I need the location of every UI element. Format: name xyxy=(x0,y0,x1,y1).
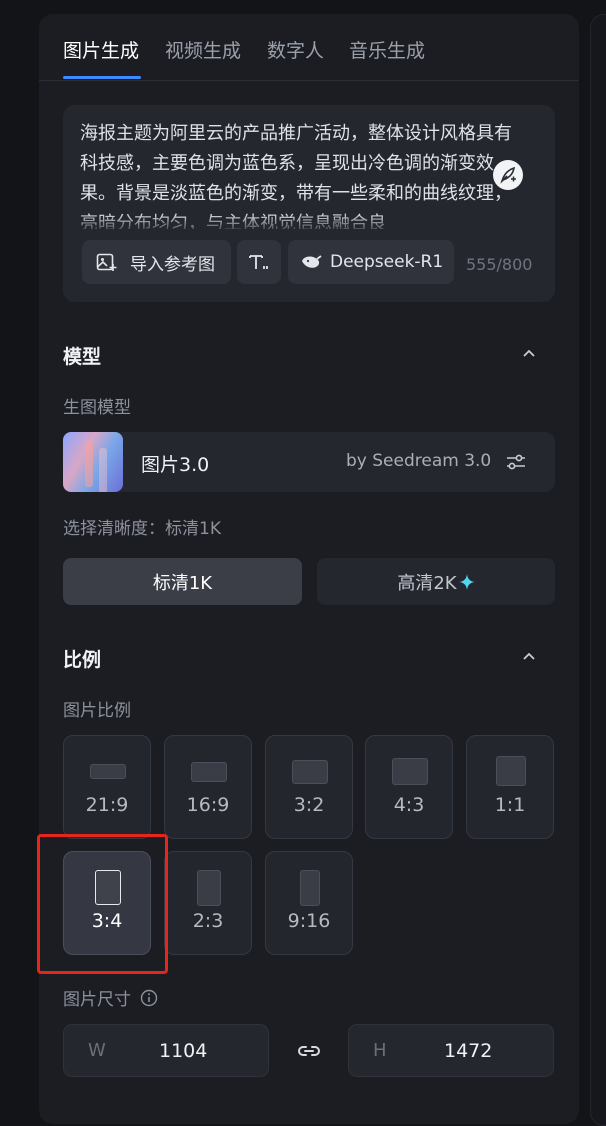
model-selector[interactable]: 图片3.0 by Seedream 3.0 xyxy=(63,432,555,492)
prompt-enhance-icon[interactable] xyxy=(493,160,523,190)
ratio-label-21-9: 21:9 xyxy=(85,794,129,816)
text-format-icon xyxy=(247,251,271,273)
height-axis-label: H xyxy=(373,1040,387,1061)
resolution-label: 选择清晰度：标清1K xyxy=(63,519,221,539)
import-reference-label: 导入参考图 xyxy=(130,254,215,275)
info-icon[interactable] xyxy=(140,989,158,1007)
sliders-icon[interactable] xyxy=(504,450,528,474)
llm-model-chip[interactable]: Deepseek-R1 xyxy=(288,240,454,284)
ratio-label-16-9: 16:9 xyxy=(186,794,230,816)
image-model-label: 生图模型 xyxy=(63,398,131,418)
tab-video-generation[interactable]: 视频生成 xyxy=(165,36,241,63)
ratio-shape-4-3 xyxy=(392,758,428,785)
ratio-label-3-4: 3:4 xyxy=(91,910,123,932)
text-format-button[interactable] xyxy=(237,240,281,284)
prompt-fade xyxy=(63,213,555,235)
ratio-label-1-1: 1:1 xyxy=(494,794,526,816)
width-axis-label: W xyxy=(88,1040,106,1061)
width-field[interactable]: W 1104 xyxy=(63,1024,269,1077)
resolution-2k-label: 高清2K xyxy=(397,572,457,594)
ratio-label-3-2: 3:2 xyxy=(293,794,325,816)
ratio-shape-3-4 xyxy=(95,870,121,905)
width-value[interactable]: 1104 xyxy=(159,1040,207,1062)
ratio-option-16-9[interactable]: 16:9 xyxy=(164,735,252,839)
adjacent-panel-edge xyxy=(590,14,606,1126)
model-name: 图片3.0 xyxy=(141,454,210,476)
tab-music-generation[interactable]: 音乐生成 xyxy=(349,36,425,63)
image-ratio-label: 图片比例 xyxy=(63,701,131,721)
llm-model-label: Deepseek-R1 xyxy=(330,252,444,272)
ratio-option-9-16[interactable]: 9:16 xyxy=(265,851,353,955)
ratio-label-9-16: 9:16 xyxy=(287,910,331,932)
tab-image-generation[interactable]: 图片生成 xyxy=(63,36,139,63)
ratio-option-3-4[interactable]: 3:4 xyxy=(63,851,151,955)
tab-digital-human[interactable]: 数字人 xyxy=(267,36,324,63)
ratio-option-3-2[interactable]: 3:2 xyxy=(265,735,353,839)
height-field[interactable]: H 1472 xyxy=(348,1024,554,1077)
active-tab-indicator xyxy=(63,76,141,79)
resolution-1k-button[interactable]: 标清1K xyxy=(63,558,302,605)
ratio-label-2-3: 2:3 xyxy=(192,910,224,932)
ratio-option-2-3[interactable]: 2:3 xyxy=(164,851,252,955)
generation-panel: 图片生成 视频生成 数字人 音乐生成 海报主题为阿里云的产品推广活动，整体设计风… xyxy=(39,14,579,1124)
ratio-option-4-3[interactable]: 4:3 xyxy=(365,735,453,839)
resolution-1k-label: 标清1K xyxy=(152,572,213,594)
sparkle-icon xyxy=(458,573,475,590)
character-counter: 555/800 xyxy=(466,255,533,274)
ratio-label-4-3: 4:3 xyxy=(393,794,425,816)
image-size-label: 图片尺寸 xyxy=(63,985,158,1010)
import-reference-button[interactable]: 导入参考图 xyxy=(82,240,231,284)
ratio-option-21-9[interactable]: 21:9 xyxy=(63,735,151,839)
image-size-label-text: 图片尺寸 xyxy=(63,990,131,1010)
link-aspect-icon[interactable] xyxy=(295,1041,323,1061)
ratio-shape-21-9 xyxy=(90,764,126,779)
ratio-section-title: 比例 xyxy=(63,649,102,671)
ratio-shape-2-3 xyxy=(197,870,221,906)
model-provider: by Seedream 3.0 xyxy=(346,451,492,471)
ratio-shape-3-2 xyxy=(292,760,328,784)
model-section-title: 模型 xyxy=(63,346,102,368)
ratio-shape-1-1 xyxy=(496,756,526,786)
model-thumbnail xyxy=(63,432,123,492)
height-value[interactable]: 1472 xyxy=(444,1040,492,1062)
collapse-ratio-chevron-up-icon[interactable] xyxy=(519,647,539,667)
ratio-option-1-1[interactable]: 1:1 xyxy=(466,735,554,839)
resolution-2k-button[interactable]: 高清2K xyxy=(317,558,555,605)
ratio-shape-16-9 xyxy=(191,762,227,782)
whale-icon xyxy=(300,252,322,272)
prompt-box: 海报主题为阿里云的产品推广活动，整体设计风格具有科技感，主要色调为蓝色系，呈现出… xyxy=(63,105,555,302)
collapse-model-chevron-up-icon[interactable] xyxy=(519,344,539,364)
ratio-shape-9-16 xyxy=(300,870,320,906)
mode-tabs: 图片生成 视频生成 数字人 音乐生成 xyxy=(39,14,579,81)
image-upload-icon xyxy=(95,251,117,273)
